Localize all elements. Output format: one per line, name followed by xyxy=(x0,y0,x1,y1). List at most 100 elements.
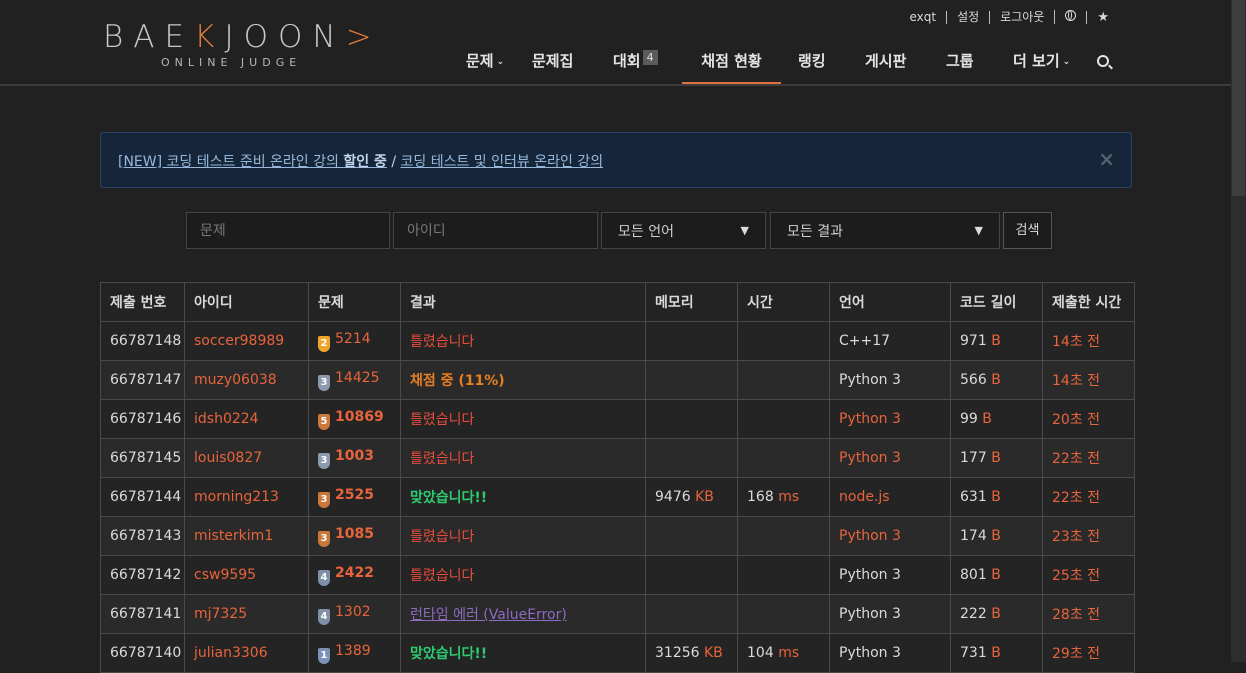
nav-groups[interactable]: 그룹 xyxy=(946,46,974,82)
problem-link[interactable]: 10869 xyxy=(335,409,384,425)
logo-wordmark: BAEKJOON> xyxy=(103,19,382,55)
announcement-banner: [NEW] 코딩 테스트 준비 온라인 강의 할인 중 / 코딩 테스트 및 인… xyxy=(100,132,1132,188)
problem-link[interactable]: 5214 xyxy=(335,331,371,347)
language-link[interactable]: Python 3 xyxy=(839,528,901,544)
user-link[interactable]: julian3306 xyxy=(194,645,268,661)
code-length-cell: 174 B xyxy=(950,516,1043,556)
nav-contest[interactable]: 대회 4 xyxy=(613,46,658,82)
language-link[interactable]: Python 3 xyxy=(839,411,901,427)
user-link[interactable]: idsh0224 xyxy=(194,411,259,427)
tier-bronze-icon: 3 xyxy=(318,491,330,508)
tier-silver-icon: 3 xyxy=(318,452,330,469)
nav-status[interactable]: 채점 현황 xyxy=(682,46,781,84)
memory-cell xyxy=(645,321,738,361)
code-length-cell: 177 B xyxy=(950,438,1043,478)
nav-more[interactable]: 더 보기 ⌄ xyxy=(1013,46,1070,82)
language-text: C++17 xyxy=(839,333,891,349)
announcement-link-interview[interactable]: 코딩 테스트 및 인터뷰 온라인 강의 xyxy=(401,154,604,170)
status-table: 제출 번호 아이디 문제 결과 메모리 시간 언어 코드 길이 제출한 시간 6… xyxy=(100,282,1135,673)
star-icon[interactable]: ★ xyxy=(1086,10,1119,24)
result-text: 틀렸습니다 xyxy=(410,334,475,350)
logo-subtitle: ONLINE JUDGE xyxy=(161,56,302,69)
problem-filter-input[interactable] xyxy=(186,212,390,249)
user-link[interactable]: morning213 xyxy=(194,489,279,505)
submission-id: 66787143 xyxy=(100,516,185,556)
nav-workbook[interactable]: 문제집 xyxy=(532,46,573,82)
problem-link[interactable]: 2525 xyxy=(335,487,374,503)
language-text: Python 3 xyxy=(839,372,901,388)
submitted-time-link[interactable]: 14초 전 xyxy=(1052,334,1100,350)
header-code-length: 코드 길이 xyxy=(950,282,1043,322)
submitted-time-link[interactable]: 20초 전 xyxy=(1052,412,1100,428)
user-link[interactable]: louis0827 xyxy=(194,450,262,466)
memory-cell xyxy=(645,594,738,634)
user-link[interactable]: exqt xyxy=(899,10,946,24)
header-submitted-time: 제출한 시간 xyxy=(1042,282,1135,322)
nav-board[interactable]: 게시판 xyxy=(865,46,906,82)
code-length-cell: 971 B xyxy=(950,321,1043,361)
problem-link[interactable]: 1389 xyxy=(335,643,371,659)
problem-link[interactable]: 1003 xyxy=(335,448,374,464)
time-cell xyxy=(737,321,830,361)
chevron-down-icon: ⌄ xyxy=(496,57,505,67)
user-filter-input[interactable] xyxy=(393,212,598,249)
logout-link[interactable]: 로그아웃 xyxy=(989,10,1054,24)
utility-links: exqt 설정 로그아웃 ★ xyxy=(899,10,1119,24)
language-text: Python 3 xyxy=(839,567,901,583)
language-globe-icon[interactable] xyxy=(1054,10,1086,24)
submitted-time-link[interactable]: 28초 전 xyxy=(1052,607,1100,623)
problem-link[interactable]: 1302 xyxy=(335,604,371,620)
chevron-down-icon: ▼ xyxy=(740,224,749,237)
tier-silver-icon: 1 xyxy=(318,647,330,664)
nav-problems[interactable]: 문제 ⌄ xyxy=(466,46,504,82)
table-row: 66787141 mj7325 4 1302 런타임 에러 (ValueError… xyxy=(100,594,1135,634)
submitted-time-link[interactable]: 25초 전 xyxy=(1052,568,1100,584)
table-row: 66787143 misterkim1 3 1085 틀렸습니다 Python 3… xyxy=(100,516,1135,556)
time-cell xyxy=(737,555,830,595)
settings-link[interactable]: 설정 xyxy=(946,10,989,24)
memory-cell xyxy=(645,399,738,439)
close-icon[interactable]: × xyxy=(1098,147,1115,171)
problem-link[interactable]: 14425 xyxy=(335,370,380,386)
user-link[interactable]: mj7325 xyxy=(194,606,247,622)
table-row: 66787146 idsh0224 5 10869 틀렸습니다 Python 3 … xyxy=(100,399,1135,439)
user-link[interactable]: misterkim1 xyxy=(194,528,273,544)
nav-ranking[interactable]: 랭킹 xyxy=(798,46,826,82)
memory-cell xyxy=(645,555,738,595)
header-user: 아이디 xyxy=(184,282,309,322)
header-time: 시간 xyxy=(737,282,830,322)
announcement-link-discount[interactable]: [NEW] 코딩 테스트 준비 온라인 강의 할인 중 xyxy=(118,154,387,170)
submitted-time-link[interactable]: 22초 전 xyxy=(1052,490,1100,506)
search-button[interactable]: 검색 xyxy=(1003,212,1052,249)
memory-cell: 31256 KB xyxy=(645,633,738,673)
table-header-row: 제출 번호 아이디 문제 결과 메모리 시간 언어 코드 길이 제출한 시간 xyxy=(100,282,1135,322)
user-link[interactable]: muzy06038 xyxy=(194,372,277,388)
baekjoon-logo[interactable]: BAEKJOON> ONLINE JUDGE xyxy=(103,19,378,73)
time-cell xyxy=(737,516,830,556)
header-result: 결과 xyxy=(400,282,646,322)
submission-id: 66787147 xyxy=(100,360,185,400)
time-cell xyxy=(737,438,830,478)
submitted-time-link[interactable]: 23초 전 xyxy=(1052,529,1100,545)
problem-link[interactable]: 2422 xyxy=(335,565,374,581)
user-link[interactable]: csw9595 xyxy=(194,567,256,583)
language-select[interactable]: 모든 언어 ▼ xyxy=(601,212,766,249)
submitted-time-link[interactable]: 14초 전 xyxy=(1052,373,1100,389)
memory-cell xyxy=(645,516,738,556)
result-text[interactable]: 런타임 에러 (ValueError) xyxy=(410,607,567,623)
language-link[interactable]: Python 3 xyxy=(839,450,901,466)
submitted-time-link[interactable]: 29초 전 xyxy=(1052,646,1100,662)
search-icon[interactable] xyxy=(1097,55,1109,67)
result-select[interactable]: 모든 결과 ▼ xyxy=(770,212,1000,249)
problem-link[interactable]: 1085 xyxy=(335,526,374,542)
user-link[interactable]: soccer98989 xyxy=(194,333,284,349)
code-length-cell: 222 B xyxy=(950,594,1043,634)
code-length-cell: 731 B xyxy=(950,633,1043,673)
scrollbar-thumb[interactable] xyxy=(1232,0,1245,196)
language-link[interactable]: node.js xyxy=(839,489,890,505)
submitted-time-link[interactable]: 22초 전 xyxy=(1052,451,1100,467)
page-scrollbar[interactable] xyxy=(1231,0,1246,662)
table-row: 66787148 soccer98989 2 5214 틀렸습니다 C++17 9… xyxy=(100,321,1135,361)
header-memory: 메모리 xyxy=(645,282,738,322)
table-row: 66787147 muzy06038 3 14425 채점 중 (11%) Pyt… xyxy=(100,360,1135,400)
